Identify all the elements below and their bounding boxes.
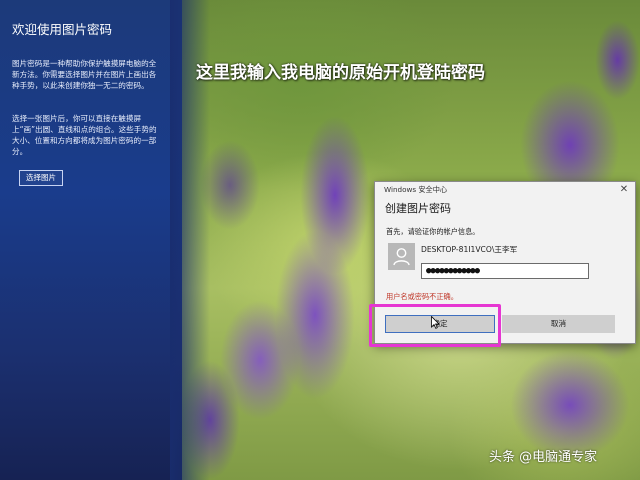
screen: 欢迎使用图片密码 图片密码是一种帮助你保护触摸屏电脑的全新方法。你需要选择图片并… — [0, 0, 640, 480]
error-message: 用户名或密码不正确。 — [386, 292, 458, 301]
dialog-titlebar: Windows 安全中心 ✕ — [375, 182, 635, 198]
cancel-button[interactable]: 取消 — [502, 315, 615, 333]
dialog-app-name: Windows 安全中心 — [384, 185, 448, 194]
dialog-instruction: 首先，请验证你的帐户信息。 — [386, 227, 480, 236]
panel-title: 欢迎使用图片密码 — [12, 22, 113, 37]
lavender-flower — [510, 350, 630, 460]
user-icon — [388, 243, 415, 270]
panel-description: 选择一张图片后，你可以直接在触摸屏上“画”出圆、直线和点的组合。这些手势的大小、… — [12, 114, 157, 156]
choose-picture-button[interactable]: 选择图片 — [19, 170, 63, 186]
account-name: DESKTOP-81I1VCO\王李军 — [421, 245, 518, 254]
mouse-pointer-icon — [431, 314, 440, 329]
panel-description: 图片密码是一种帮助你保护触摸屏电脑的全新方法。你需要选择图片并在图片上画出各种手… — [12, 59, 157, 90]
watermark: 头条 @电脑通专家 — [489, 450, 598, 465]
annotation-caption: 这里我输入我电脑的原始开机登陆密码 — [196, 63, 485, 83]
password-input[interactable]: ●●●●●●●●●●●● — [421, 263, 589, 279]
dialog-heading: 创建图片密码 — [385, 202, 451, 215]
close-icon[interactable]: ✕ — [617, 183, 631, 197]
lavender-flower — [595, 20, 640, 100]
